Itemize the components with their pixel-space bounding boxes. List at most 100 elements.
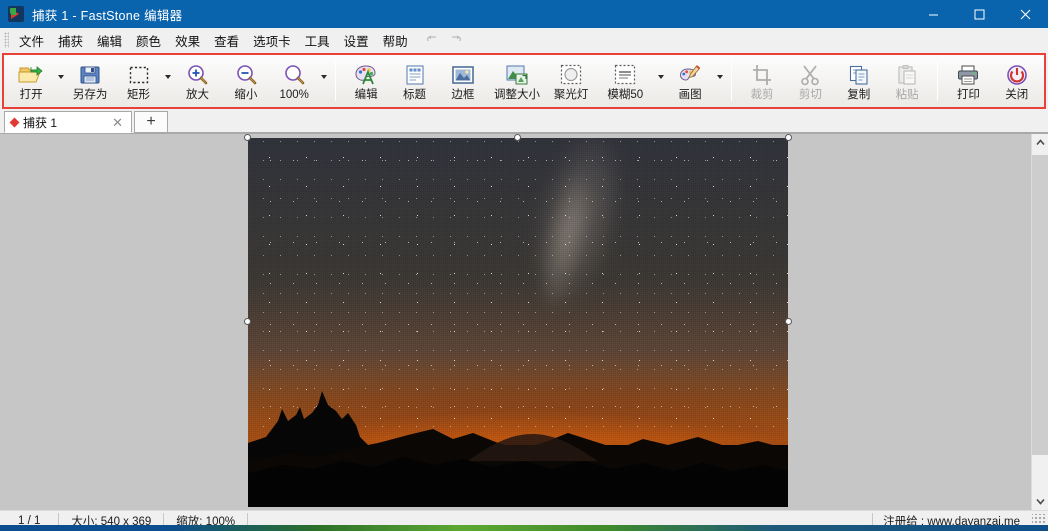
toolbar-label-crop: 裁剪 — [750, 89, 774, 101]
new-tab-button[interactable]: + — [134, 111, 168, 133]
resize-handle-middle-left[interactable] — [243, 318, 251, 325]
toolbar-button-rectangle[interactable]: 矩形 — [114, 55, 162, 107]
toolbar-button-zoom-in[interactable]: 放大 — [173, 55, 221, 107]
toolbar-button-caption[interactable]: 标题 — [390, 55, 438, 107]
menu-item-file[interactable]: 文件 — [12, 29, 51, 52]
toolbar-label-rectangle: 矩形 — [127, 89, 150, 101]
toolbar-region: 打开 另存为 矩形 放大 缩小 100% 编辑 标题 边框 调整大小 聚光灯 模… — [0, 52, 1048, 110]
resize-handle-top-right[interactable] — [784, 134, 792, 141]
toolbar-caret-blur[interactable] — [655, 55, 666, 107]
status-bar: 1 / 1 大小: 540 x 369 缩放: 100% 注册给 : www.d… — [0, 510, 1048, 531]
toolbar-label-paste: 粘贴 — [895, 89, 919, 101]
night-sky-photo[interactable] — [247, 137, 788, 507]
toolbar-button-close[interactable]: 关闭 — [993, 55, 1041, 107]
toolbar-button-print[interactable]: 打印 — [944, 55, 992, 107]
printer-icon — [954, 62, 982, 88]
scrollbar-track[interactable] — [1032, 151, 1048, 493]
toolbar-button-border[interactable]: 边框 — [439, 55, 487, 107]
toolbar-button-paste[interactable]: 粘贴 — [883, 55, 931, 107]
crop-icon — [748, 62, 776, 88]
chevron-up-icon[interactable] — [1032, 134, 1048, 151]
resize-handle-top-center[interactable] — [513, 134, 521, 141]
red-diamond-icon — [9, 117, 20, 127]
save-floppy-icon — [76, 62, 104, 88]
draw-board-icon — [676, 62, 704, 88]
scrollbar-thumb[interactable] — [1032, 155, 1048, 455]
canvas-area — [0, 134, 1048, 510]
menu-item-color[interactable]: 颜色 — [129, 29, 168, 52]
blur-icon — [611, 62, 639, 88]
toolbar-label-draw: 画图 — [678, 89, 702, 101]
toolbar-caret-open[interactable] — [55, 55, 66, 107]
toolbar-separator — [730, 61, 732, 101]
faststone-editor-window: 捕获 1 - FastStone 编辑器 文件 捕获 编辑 颜色 效果 查看 选… — [0, 0, 1048, 531]
image-viewport[interactable] — [0, 134, 1031, 510]
menu-item-edit[interactable]: 编辑 — [90, 29, 129, 52]
toolbar-label-open: 打开 — [19, 89, 43, 101]
toolbar-button-resize[interactable]: 调整大小 — [487, 55, 547, 107]
spotlight-icon — [557, 62, 585, 88]
toolbar-button-copy[interactable]: 复制 — [835, 55, 883, 107]
close-button[interactable] — [1002, 0, 1048, 28]
menu-bar: 文件 捕获 编辑 颜色 效果 查看 选项卡 工具 设置 帮助 — [0, 28, 1048, 52]
zoom-out-icon — [232, 62, 260, 88]
toolbar-button-crop[interactable]: 裁剪 — [738, 55, 786, 107]
image-selection-frame[interactable] — [243, 134, 792, 507]
faststone-icon — [8, 6, 24, 22]
toolbar-button-edit[interactable]: 编辑 — [342, 55, 390, 107]
desktop-wallpaper-strip — [0, 525, 1048, 531]
tab-capture-1[interactable]: 捕获 1 ✕ — [4, 111, 132, 133]
close-x-icon[interactable]: ✕ — [108, 116, 127, 129]
undo-arrow-icon[interactable] — [425, 33, 440, 47]
toolbar-label-close: 关闭 — [1005, 89, 1029, 101]
menu-item-effects[interactable]: 效果 — [168, 29, 207, 52]
toolbar-label-spotlight: 聚光灯 — [553, 89, 589, 101]
caption-doc-icon — [401, 62, 429, 88]
toolbar-button-spotlight[interactable]: 聚光灯 — [547, 55, 595, 107]
open-folder-icon — [17, 62, 45, 88]
menu-grip-icon[interactable] — [4, 32, 9, 48]
resize-handle-middle-right[interactable] — [784, 318, 792, 325]
edit-palette-icon — [352, 62, 380, 88]
menu-item-settings[interactable]: 设置 — [337, 29, 376, 52]
power-close-icon — [1003, 62, 1031, 88]
minimize-button[interactable] — [910, 0, 956, 28]
toolbar-label-edit: 编辑 — [354, 89, 378, 101]
toolbar-caret-rectangle[interactable] — [163, 55, 174, 107]
toolbar-separator — [937, 61, 939, 101]
toolbar-button-draw[interactable]: 画图 — [666, 55, 714, 107]
menu-item-tools[interactable]: 工具 — [298, 29, 337, 52]
tab-bar-filler — [168, 111, 1048, 133]
tab-label: 捕获 1 — [23, 115, 58, 130]
toolbar-label-cut: 剪切 — [798, 89, 822, 101]
menu-item-capture[interactable]: 捕获 — [51, 29, 90, 52]
resize-image-icon — [503, 62, 531, 88]
paste-icon — [893, 62, 921, 88]
toolbar-button-zoom-100[interactable]: 100% — [270, 55, 318, 107]
menu-item-view[interactable]: 查看 — [207, 29, 246, 52]
maximize-button[interactable] — [956, 0, 1002, 28]
window-controls — [910, 0, 1048, 28]
zoom-actual-icon — [280, 62, 308, 88]
chevron-down-icon[interactable] — [1032, 493, 1048, 510]
toolbar-caret-zoom-100[interactable] — [318, 55, 329, 107]
toolbar-separator — [334, 61, 336, 101]
copy-icon — [845, 62, 873, 88]
toolbar-button-blur[interactable]: 模糊50 — [595, 55, 655, 107]
rectangle-select-icon — [125, 62, 153, 88]
toolbar-button-open[interactable]: 打开 — [7, 55, 55, 107]
toolbar-label-caption: 标题 — [403, 89, 426, 101]
toolbar-label-copy: 复制 — [847, 89, 871, 101]
zoom-in-icon — [183, 62, 211, 88]
toolbar-button-save-as[interactable]: 另存为 — [66, 55, 114, 107]
menu-item-tabs[interactable]: 选项卡 — [246, 29, 298, 52]
toolbar-label-border: 边框 — [451, 89, 475, 101]
toolbar-button-zoom-out[interactable]: 缩小 — [222, 55, 270, 107]
toolbar-button-cut[interactable]: 剪切 — [786, 55, 834, 107]
resize-handle-top-left[interactable] — [243, 134, 251, 141]
menu-item-help[interactable]: 帮助 — [376, 29, 415, 52]
redo-arrow-icon[interactable] — [448, 33, 463, 47]
toolbar-caret-draw[interactable] — [714, 55, 725, 107]
window-title: 捕获 1 - FastStone 编辑器 — [32, 8, 183, 23]
vertical-scrollbar[interactable] — [1031, 134, 1048, 510]
